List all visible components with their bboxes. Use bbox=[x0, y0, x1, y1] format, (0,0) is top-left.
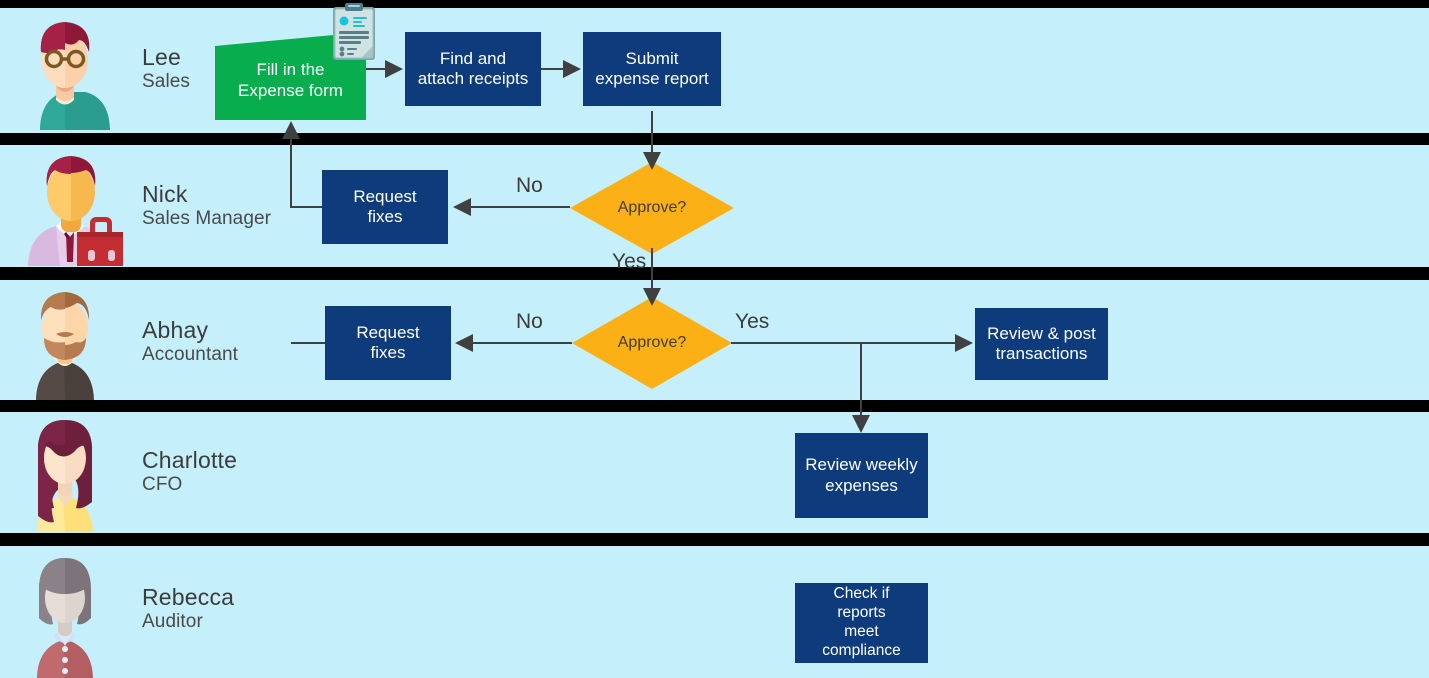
clipboard-form-icon bbox=[330, 2, 378, 62]
swimlane-diagram: Lee Sales Nick Sales Manager Abhay Accou… bbox=[0, 0, 1429, 678]
edge-label-manager-yes: Yes bbox=[612, 250, 647, 273]
connector-layer bbox=[0, 0, 1429, 678]
edge-label-manager-no: No bbox=[516, 174, 543, 197]
edge-label-accountant-no: No bbox=[516, 310, 543, 333]
edge-label-accountant-yes: Yes bbox=[735, 310, 770, 333]
